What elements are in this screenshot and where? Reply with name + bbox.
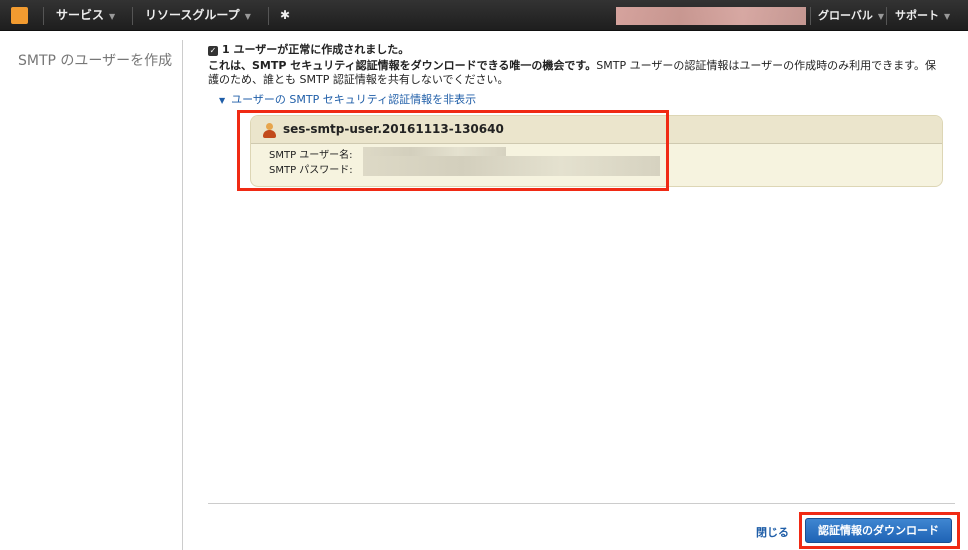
chevron-down-icon: ▼ [109,12,116,21]
resource-groups-menu[interactable]: リソースグループ ▼ [145,0,251,31]
footer-divider [208,503,955,504]
divider [132,7,133,25]
triangle-down-icon: ▼ [219,96,226,105]
checkbox-checked-icon: ✓ [208,46,218,56]
chevron-down-icon: ▼ [877,12,885,21]
region-menu[interactable]: グローバル ▼ [818,0,884,31]
top-nav-bar: サービス ▼ リソースグループ ▼ ✱ グローバル ▼ サポート ▼ [0,0,968,31]
sidebar: SMTP のユーザーを作成 [0,40,183,550]
region-label: グローバル [818,9,873,22]
support-menu[interactable]: サポート ▼ [895,0,950,31]
sidebar-title: SMTP のユーザーを作成 [18,53,173,69]
notice-line-2: 護のため、誰とも SMTP 認証情報を共有しないでください。 [208,73,509,86]
divider [810,7,811,25]
divider [268,7,269,25]
chevron-down-icon: ▼ [944,12,951,21]
divider [43,7,44,25]
divider [886,7,887,25]
account-name-redacted[interactable] [616,7,806,25]
chevron-down-icon: ▼ [244,12,251,21]
pin-icon[interactable]: ✱ [280,0,290,31]
aws-logo-icon[interactable] [11,7,28,24]
close-link[interactable]: 閉じる [756,524,789,540]
toggle-label: ユーザーの SMTP セキュリティ認証情報を非表示 [231,93,477,106]
support-label: サポート [895,9,939,22]
services-label: サービス [56,8,105,22]
notice-rest: SMTP ユーザーの認証情報はユーザーの作成時のみ利用できます。保 [596,59,937,72]
highlight-box [799,512,960,549]
success-message: ✓ 1 ユーザーが正常に作成されました。 [208,41,409,57]
success-text: 1 ユーザーが正常に作成されました。 [222,43,410,56]
highlight-box [237,110,669,191]
resource-groups-label: リソースグループ [145,8,240,22]
hide-credentials-toggle[interactable]: ▼ ユーザーの SMTP セキュリティ認証情報を非表示 [219,91,476,107]
services-menu[interactable]: サービス ▼ [56,0,115,31]
